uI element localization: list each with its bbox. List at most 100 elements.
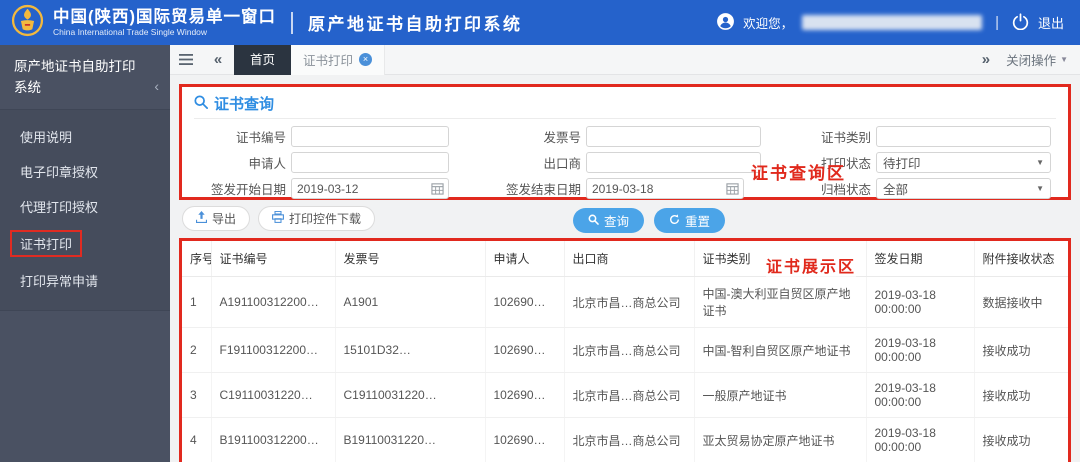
table-header-row: 序号 证书编号 发票号 申请人 出口商 证书类别 签发日期 附件接收状态 [182,241,1068,277]
table-cell: 102690… [485,372,565,418]
sidebar-menu: 使用说明 电子印章授权 代理打印授权 证书打印 打印异常申请 [0,109,170,311]
active-item-red-outline: 证书打印 [10,229,83,257]
table-cell: 数据接收中 [974,276,1068,328]
table-cell: F191100312200… [211,327,336,373]
table-body: 1 A191100312200… A1901 102690… 北京市昌…商总公司 中国-澳… [182,276,1068,462]
tab-bar: « 首页 证书打印 × » 关闭操作 ▼ [170,44,1080,75]
cert-type-label: 证书类别 [820,131,871,145]
table-cell: 亚太贸易协定原产地证书 [694,417,867,462]
table-cell: 北京市昌…商总公司 [564,417,695,462]
top-header: 中国(陕西)国际贸易单一窗口 China International Trade… [0,0,1080,45]
main-content: 证书查询 证书编号 发票号 证书类别 申请人 出口商 打印状态 待打印 ▼ 签发… [170,75,1080,462]
table-cell: C19110031220… [211,372,336,418]
issue-start-date-label: 签发开始日期 [210,183,286,197]
search-icon [194,94,208,113]
table-cell: 北京市昌…商总公司 [564,372,695,418]
table-cell: 2019-03-18 00:00:00 [866,327,975,373]
sidebar: 原产地证书自助打印系统 ‹ 使用说明 电子印章授权 代理打印授权 证书打印 打印… [0,45,170,462]
annotation-query-area: 证书查询区 [751,164,846,183]
table-cell: B191100312200… [211,417,336,462]
sidebar-item-agent-print-auth[interactable]: 代理打印授权 [0,189,170,224]
scroll-tabs-left-icon[interactable]: « [202,51,234,68]
invoice-no-input[interactable] [586,126,761,147]
sidebar-item-usage-guide[interactable]: 使用说明 [0,119,170,154]
table-cell: 1 [182,276,212,328]
masked-username [802,15,983,30]
reset-button[interactable]: 重置 [654,208,726,233]
brand-subtitle: China International Trade Single Window [53,26,208,37]
col-header-issue-date: 签发日期 [866,241,975,277]
table-cell: A191100312200… [211,276,336,328]
hamburger-menu-icon[interactable] [170,54,202,65]
table-cell: 北京市昌…商总公司 [564,276,695,328]
welcome-label: 欢迎您， [743,17,794,31]
app-title: 原产地证书自助打印系统 [308,15,523,34]
table-cell: 102690… [485,417,565,462]
cert-table: 序号 证书编号 发票号 申请人 出口商 证书类别 签发日期 附件接收状态 1A1… [182,241,1068,462]
table-cell: 接收成功 [974,327,1068,373]
table-cell: 2019-03-18 00:00:00 [866,276,975,328]
table-cell: A1901 [335,276,486,328]
refresh-icon [669,213,680,228]
applicant-input[interactable] [291,152,449,173]
table-row[interactable]: 2 F191100312200… 15101D32… 102690… 北京市昌…商总公司… [182,327,1068,373]
table-cell: 4 [182,417,212,462]
table-cell: 2019-03-18 00:00:00 [866,372,975,418]
calendar-icon[interactable] [431,182,444,195]
cert-type-input[interactable] [876,126,1051,147]
table-row[interactable]: 3 C19110031220… C19110031220… 102690… 北京市昌…商… [182,372,1068,418]
header-divider [291,11,293,34]
table-cell: C19110031220… [335,372,486,418]
table-cell: 2019-03-18 00:00:00 [866,417,975,462]
invoice-no-label: 发票号 [543,131,581,145]
table-row[interactable]: 4 B191100312200… B19110031220… 102690… 北京市昌…… [182,417,1068,462]
scroll-tabs-right-icon[interactable]: » [982,51,990,68]
tab-home[interactable]: 首页 [234,44,292,75]
table-cell: 接收成功 [974,417,1068,462]
query-title: 证书查询 [194,91,1056,119]
col-header-index: 序号 [182,241,212,277]
chevron-down-icon: ▼ [1036,184,1044,193]
tab-close-icon[interactable]: × [359,53,373,66]
table-cell: 102690… [485,276,565,328]
exporter-input[interactable] [586,152,761,173]
table-cell: 中国-智利自贸区原产地证书 [694,327,867,373]
sidebar-item-eseal-auth[interactable]: 电子印章授权 [0,154,170,189]
issue-end-date-input[interactable] [586,178,744,199]
sidebar-collapse-icon[interactable]: ‹ [154,76,159,98]
logout-button[interactable]: 退出 [1038,13,1064,32]
query-form: 证书编号 发票号 证书类别 申请人 出口商 打印状态 待打印 ▼ 签发开始日期 … [194,126,1056,233]
print-status-select[interactable]: 待打印 ▼ [876,152,1051,173]
user-area: 欢迎您， | 退出 [717,12,1064,33]
search-icon [588,214,599,228]
cert-no-input[interactable] [291,126,449,147]
close-operations-dropdown[interactable]: 关闭操作 ▼ [1006,50,1068,69]
col-header-exporter: 出口商 [564,241,695,277]
sidebar-title: 原产地证书自助打印系统 ‹ [0,45,170,110]
table-cell: 北京市昌…商总公司 [564,327,695,373]
search-button[interactable]: 查询 [572,208,644,233]
exporter-label: 出口商 [543,157,581,171]
tab-cert-print[interactable]: 证书打印 × [291,44,386,75]
issue-start-date-input[interactable] [291,178,449,199]
cert-table-panel: 序号 证书编号 发票号 申请人 出口商 证书类别 签发日期 附件接收状态 1A1… [179,238,1071,462]
issue-end-date-label: 签发结束日期 [505,183,581,197]
table-cell: B19110031220… [335,417,486,462]
calendar-icon[interactable] [726,182,739,195]
brand-title: 中国(陕西)国际贸易单一窗口 [53,7,276,26]
table-cell: 15101D32… [335,327,486,373]
power-icon[interactable] [1012,12,1029,33]
user-area-divider: | [995,14,999,31]
sidebar-item-cert-print[interactable]: 证书打印 [0,224,170,263]
chevron-down-icon: ▼ [1036,158,1044,167]
archive-status-select[interactable]: 全部 ▼ [876,178,1051,199]
chevron-down-icon: ▼ [1060,55,1068,64]
table-cell: 2 [182,327,212,373]
table-cell: 中国-澳大利亚自贸区原产地证书 [694,276,867,328]
sidebar-item-print-exception[interactable]: 打印异常申请 [0,263,170,298]
query-panel: 证书查询 证书编号 发票号 证书类别 申请人 出口商 打印状态 待打印 ▼ 签发… [179,84,1071,233]
col-header-cert-no: 证书编号 [211,241,336,277]
table-row[interactable]: 1 A191100312200… A1901 102690… 北京市昌…商总公司 中国-澳… [182,276,1068,328]
col-header-attachment-status: 附件接收状态 [974,241,1068,277]
user-icon [717,12,734,33]
